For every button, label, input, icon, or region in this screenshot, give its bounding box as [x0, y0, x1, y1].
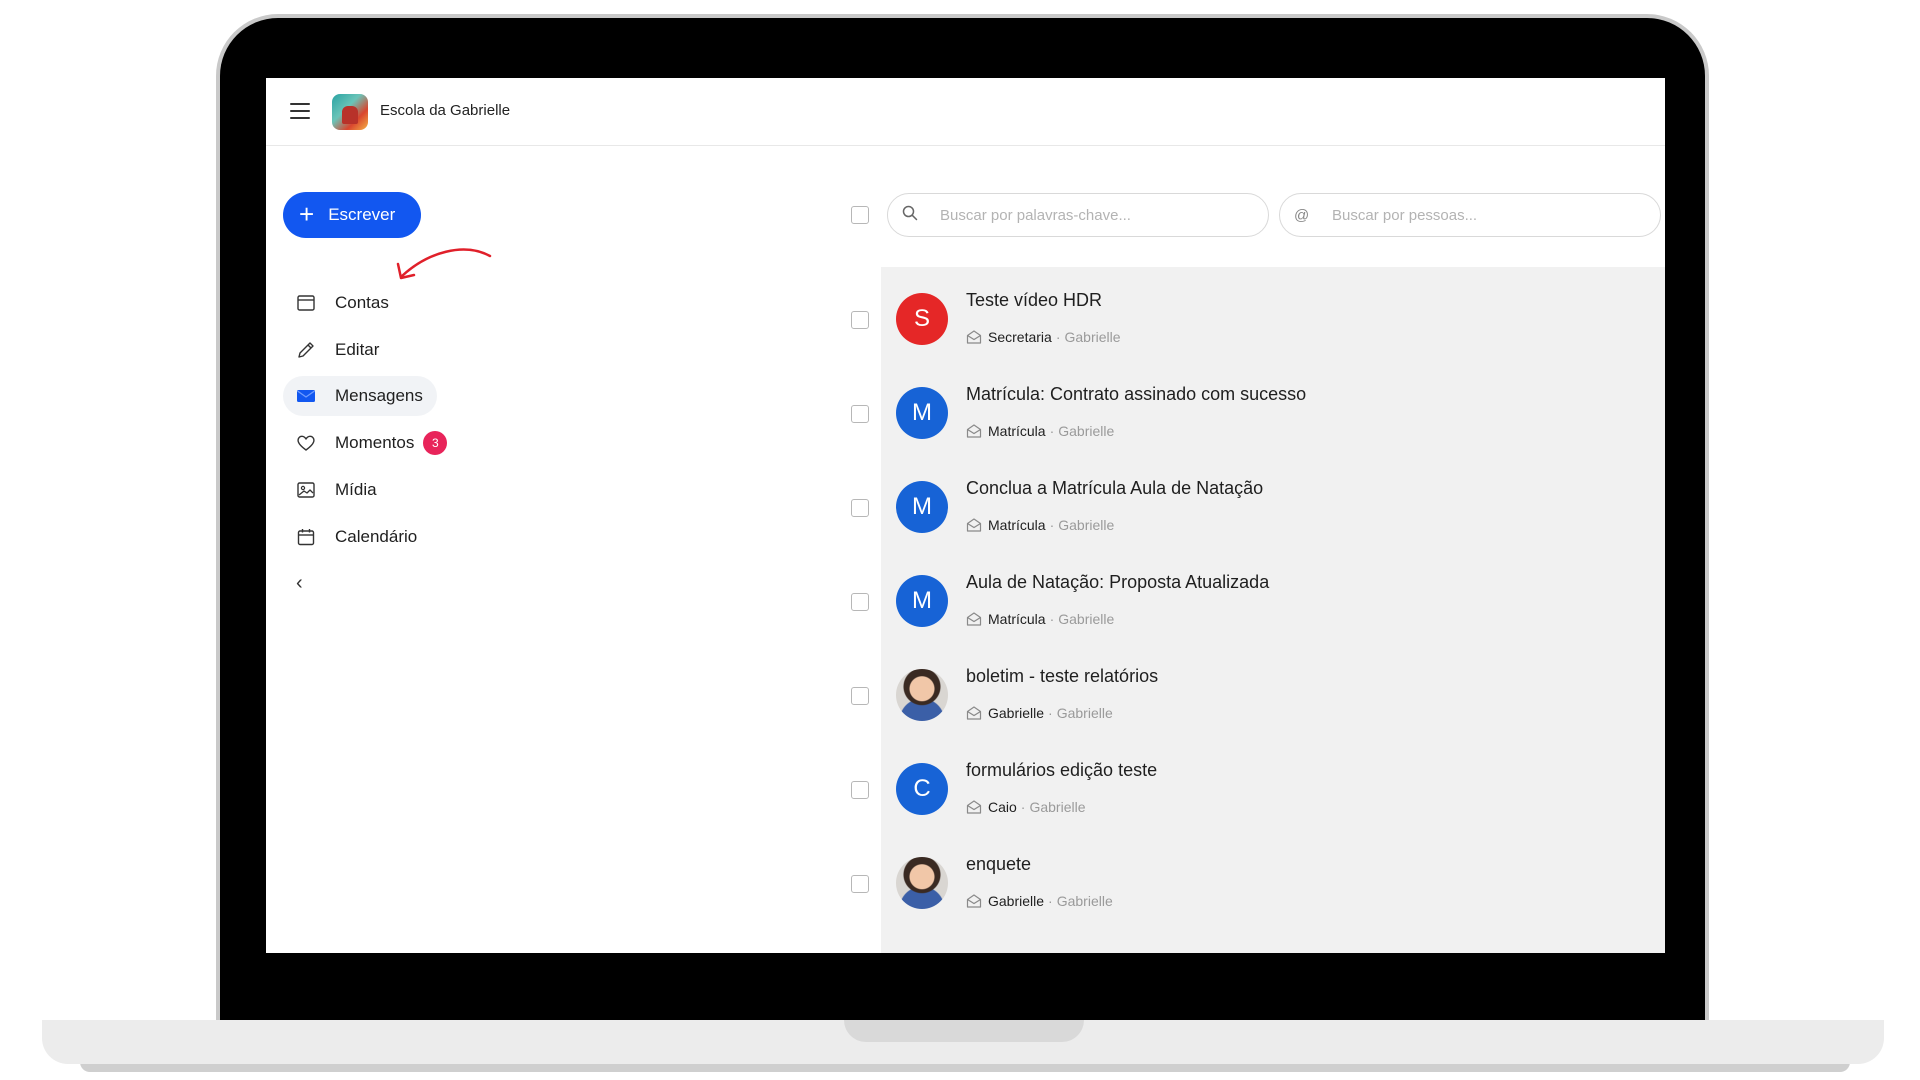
avatar: C — [896, 763, 948, 815]
message-subject: Conclua a Matrícula Aula de Natação — [966, 478, 1264, 498]
envelope-open-icon — [966, 518, 982, 532]
message-recipient: Gabrielle — [1058, 423, 1115, 439]
message-checkbox[interactable] — [851, 593, 869, 611]
message-meta: Gabrielle · Gabrielle — [966, 705, 1113, 721]
app-screen: Escola da Gabrielle + Escrever Contas Ed… — [266, 78, 1665, 953]
message-row[interactable]: M Matrícula: Contrato assinado com sucess… — [266, 367, 1665, 461]
keyword-search-input[interactable] — [938, 205, 1268, 225]
message-checkbox[interactable] — [851, 687, 869, 705]
message-meta: Secretaria · Gabrielle — [966, 329, 1121, 345]
message-meta: Caio · Gabrielle — [966, 799, 1086, 815]
separator: · — [1049, 611, 1055, 627]
avatar: M — [896, 481, 948, 533]
compose-button[interactable]: + Escrever — [283, 192, 421, 238]
message-subject: Teste vídeo HDR — [966, 290, 1103, 310]
menu-icon[interactable] — [290, 103, 310, 119]
message-sender: Matrícula — [988, 423, 1046, 439]
message-recipient: Gabrielle — [1056, 705, 1113, 721]
message-row[interactable]: M Conclua a Matrícula Aula de Natação Matr… — [266, 461, 1665, 555]
message-sender: Gabrielle — [988, 893, 1045, 909]
message-sender: Matrícula — [988, 611, 1046, 627]
message-meta: Matrícula · Gabrielle — [966, 423, 1114, 439]
avatar: S — [896, 293, 948, 345]
separator: · — [1049, 517, 1055, 533]
separator: · — [1048, 893, 1053, 909]
avatar: M — [896, 387, 948, 439]
envelope-open-icon — [966, 612, 982, 626]
laptop-notch — [844, 1020, 1084, 1042]
people-search-box: @ — [1279, 193, 1661, 237]
separator: · — [1055, 329, 1061, 345]
message-row[interactable]: enquete Gabrielle · Gabrielle — [266, 837, 1665, 931]
message-subject: Matrícula: Contrato assinado com sucesso — [966, 384, 1307, 404]
message-sender: Gabrielle — [988, 705, 1045, 721]
search-icon — [902, 205, 918, 225]
compose-label: Escrever — [328, 205, 396, 224]
avatar — [896, 669, 948, 721]
separator: · — [1048, 705, 1053, 721]
message-checkbox[interactable] — [851, 781, 869, 799]
message-recipient: Gabrielle — [1058, 611, 1115, 627]
avatar: M — [896, 575, 948, 627]
keyword-search-box — [887, 193, 1269, 237]
message-checkbox[interactable] — [851, 311, 869, 329]
message-row[interactable]: Cformulários edição teste Caio · Gabrielle — [266, 743, 1665, 837]
message-checkbox[interactable] — [851, 875, 869, 893]
message-subject: enquete — [966, 854, 1032, 874]
message-sender: Secretaria — [988, 329, 1052, 345]
message-subject: formulários edição teste — [966, 760, 1158, 780]
message-checkbox[interactable] — [851, 405, 869, 423]
people-search-input[interactable] — [1330, 205, 1660, 225]
plus-icon: + — [299, 198, 315, 229]
top-bar: Escola da Gabrielle — [266, 78, 1665, 146]
envelope-open-icon — [966, 424, 982, 438]
message-meta: Matrícula · Gabrielle — [966, 517, 1114, 533]
school-name: Escola da Gabrielle — [380, 102, 511, 119]
at-sign-icon: @ — [1294, 206, 1310, 224]
message-sender: Caio — [988, 799, 1017, 815]
envelope-open-icon — [966, 800, 982, 814]
message-meta: Gabrielle · Gabrielle — [966, 893, 1113, 909]
message-recipient: Gabrielle — [1029, 799, 1086, 815]
envelope-open-icon — [966, 706, 982, 720]
message-recipient: Gabrielle — [1064, 329, 1121, 345]
select-all-checkbox[interactable] — [851, 206, 869, 224]
message-row[interactable]: boletim - teste relatórios Gabrielle · Gabr… — [266, 649, 1665, 743]
message-checkbox[interactable] — [851, 499, 869, 517]
message-subject: Aula de Natação: Proposta Atualizada — [966, 572, 1270, 592]
school-logo — [332, 94, 368, 130]
message-recipient: Gabrielle — [1056, 893, 1113, 909]
message-recipient: Gabrielle — [1058, 517, 1115, 533]
message-meta: Matrícula · Gabrielle — [966, 611, 1114, 627]
avatar — [896, 857, 948, 909]
message-row[interactable]: M Aula de Natação: Proposta Atualizada Mat… — [266, 555, 1665, 649]
envelope-open-icon — [966, 330, 982, 344]
message-subject: boletim - teste relatórios — [966, 666, 1159, 686]
separator: · — [1049, 423, 1055, 439]
separator: · — [1020, 799, 1026, 815]
envelope-open-icon — [966, 894, 982, 908]
message-row[interactable]: S Teste vídeo HDR Secretaria · Gabrielle — [266, 273, 1665, 367]
message-sender: Matrícula — [988, 517, 1046, 533]
